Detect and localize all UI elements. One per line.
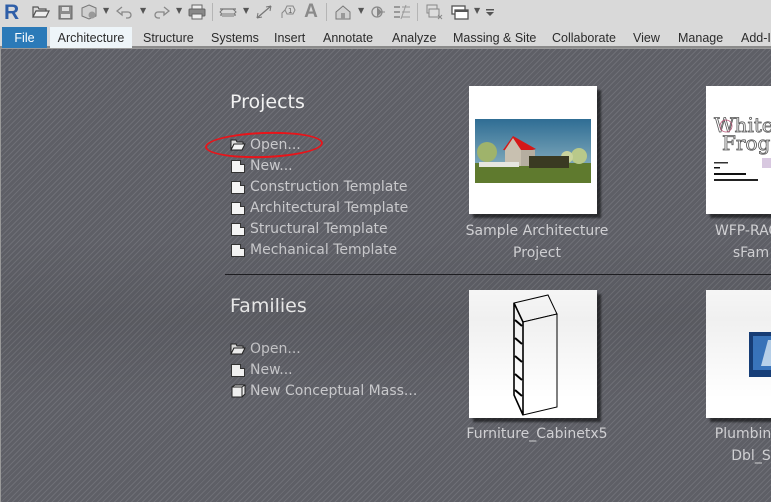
label-line: sFam xyxy=(732,245,770,261)
section-divider xyxy=(225,274,771,275)
open-folder-icon[interactable] xyxy=(31,3,51,21)
aligned-dimension-icon[interactable] xyxy=(254,3,274,21)
families-open-link[interactable]: Open... xyxy=(230,341,301,357)
tab-add-ins[interactable]: Add-Ins xyxy=(741,27,771,48)
link-label: Open... xyxy=(250,341,301,357)
recent-family-label[interactable]: Plumbing_ Dbl_S xyxy=(691,423,771,467)
cabinet-preview-image xyxy=(513,294,558,416)
svg-text:1: 1 xyxy=(288,7,292,15)
label-line: Project xyxy=(513,245,561,261)
link-label: Architectural Template xyxy=(250,200,409,216)
section-icon[interactable] xyxy=(369,3,387,21)
tab-analyze[interactable]: Analyze xyxy=(392,27,436,48)
projects-heading: Projects xyxy=(230,91,305,113)
measure-dropdown-icon[interactable]: ▼ xyxy=(243,6,249,15)
families-heading: Families xyxy=(230,295,307,317)
construction-template-link[interactable]: Construction Template xyxy=(230,179,407,195)
label-line: WFP-RAC2 xyxy=(714,223,771,239)
tab-architecture[interactable]: Architecture xyxy=(50,27,132,48)
document-icon xyxy=(230,201,246,215)
text-icon[interactable]: A xyxy=(302,1,320,22)
undo-dropdown-icon[interactable]: ▼ xyxy=(140,6,146,15)
mass-cube-icon xyxy=(230,384,246,398)
recent-project-thumbnail[interactable] xyxy=(469,86,597,214)
recent-files-page: Projects Open... New... Construction Tem… xyxy=(0,48,771,502)
projects-open-link[interactable]: Open... xyxy=(230,137,301,153)
recent-family-thumbnail[interactable] xyxy=(706,290,771,418)
measure-icon[interactable] xyxy=(218,3,238,21)
document-icon xyxy=(230,363,246,377)
tab-massing-site[interactable]: Massing & Site xyxy=(453,27,536,48)
architectural-template-link[interactable]: Architectural Template xyxy=(230,200,408,216)
label-line: Dbl_S xyxy=(731,448,771,464)
tab-manage[interactable]: Manage xyxy=(678,27,723,48)
tab-insert[interactable]: Insert xyxy=(274,27,305,48)
recent-family-thumbnail[interactable] xyxy=(469,290,597,418)
document-icon xyxy=(230,159,246,173)
3d-view-icon[interactable] xyxy=(333,3,353,21)
projects-new-link[interactable]: New... xyxy=(230,158,293,174)
ribbon-tab-bar: File Architecture Structure Systems Inse… xyxy=(0,25,771,48)
recent-project-thumbnail[interactable]: White Frog xyxy=(706,86,771,214)
open-folder-icon xyxy=(230,342,246,356)
document-icon xyxy=(230,222,246,236)
sync-dropdown-icon[interactable]: ▼ xyxy=(103,6,109,15)
house-rendering-image xyxy=(475,119,591,183)
recent-project-label[interactable]: Sample Architecture Project xyxy=(447,220,627,264)
customize-toolbar-icon[interactable] xyxy=(484,3,496,21)
toolbar-separator xyxy=(326,3,327,21)
tab-view[interactable]: View xyxy=(633,27,660,48)
redo-dropdown-icon[interactable]: ▼ xyxy=(176,6,182,15)
label-line: Sample Architecture xyxy=(465,223,609,239)
tab-collaborate[interactable]: Collaborate xyxy=(552,27,616,48)
tab-file[interactable]: File xyxy=(2,27,47,48)
document-icon xyxy=(230,180,246,194)
close-hidden-windows-icon[interactable] xyxy=(424,3,444,21)
undo-icon[interactable] xyxy=(115,3,135,21)
mechanical-template-link[interactable]: Mechanical Template xyxy=(230,242,397,258)
structural-template-link[interactable]: Structural Template xyxy=(230,221,388,237)
tab-structure[interactable]: Structure xyxy=(143,27,194,48)
white-frog-cover-image: White Frog xyxy=(714,113,771,181)
save-icon[interactable] xyxy=(56,3,74,21)
open-folder-icon xyxy=(230,138,246,152)
tab-annotate[interactable]: Annotate xyxy=(323,27,373,48)
print-icon[interactable] xyxy=(187,3,207,21)
link-label: Structural Template xyxy=(250,221,388,237)
switch-windows-icon[interactable] xyxy=(450,3,470,21)
families-new-link[interactable]: New... xyxy=(230,362,293,378)
link-label: Mechanical Template xyxy=(250,242,398,258)
tag-icon[interactable]: 1 xyxy=(278,3,298,21)
new-conceptual-mass-link[interactable]: New Conceptual Mass... xyxy=(230,383,417,399)
recent-project-label[interactable]: WFP-RAC2 sFam xyxy=(691,220,771,264)
quick-access-toolbar: R ▼ ▼ ▼ ▼ 1 A ▼ ▼ xyxy=(0,0,771,25)
tab-systems[interactable]: Systems xyxy=(211,27,259,48)
toolbar-separator xyxy=(417,3,418,21)
thin-lines-icon[interactable] xyxy=(392,3,412,21)
label-line: Plumbing_ xyxy=(714,426,771,442)
document-icon xyxy=(230,243,246,257)
toolbar-separator xyxy=(212,3,213,21)
3d-view-dropdown-icon[interactable]: ▼ xyxy=(358,6,364,15)
cover-title-frog: Frog xyxy=(722,131,770,155)
app-logo-icon[interactable]: R xyxy=(4,1,19,25)
redo-icon[interactable] xyxy=(151,3,171,21)
switch-windows-dropdown-icon[interactable]: ▼ xyxy=(474,6,480,15)
link-label: New Conceptual Mass... xyxy=(250,383,418,399)
link-label: New... xyxy=(250,362,293,378)
link-label: Construction Template xyxy=(250,179,408,195)
sync-icon[interactable] xyxy=(79,3,99,21)
link-label: New... xyxy=(250,158,293,174)
recent-family-label[interactable]: Furniture_Cabinetx5 xyxy=(447,423,627,445)
label-line: Furniture_Cabinetx5 xyxy=(466,426,608,442)
revit-family-preview-image xyxy=(749,332,771,377)
link-label: Open... xyxy=(250,137,301,153)
